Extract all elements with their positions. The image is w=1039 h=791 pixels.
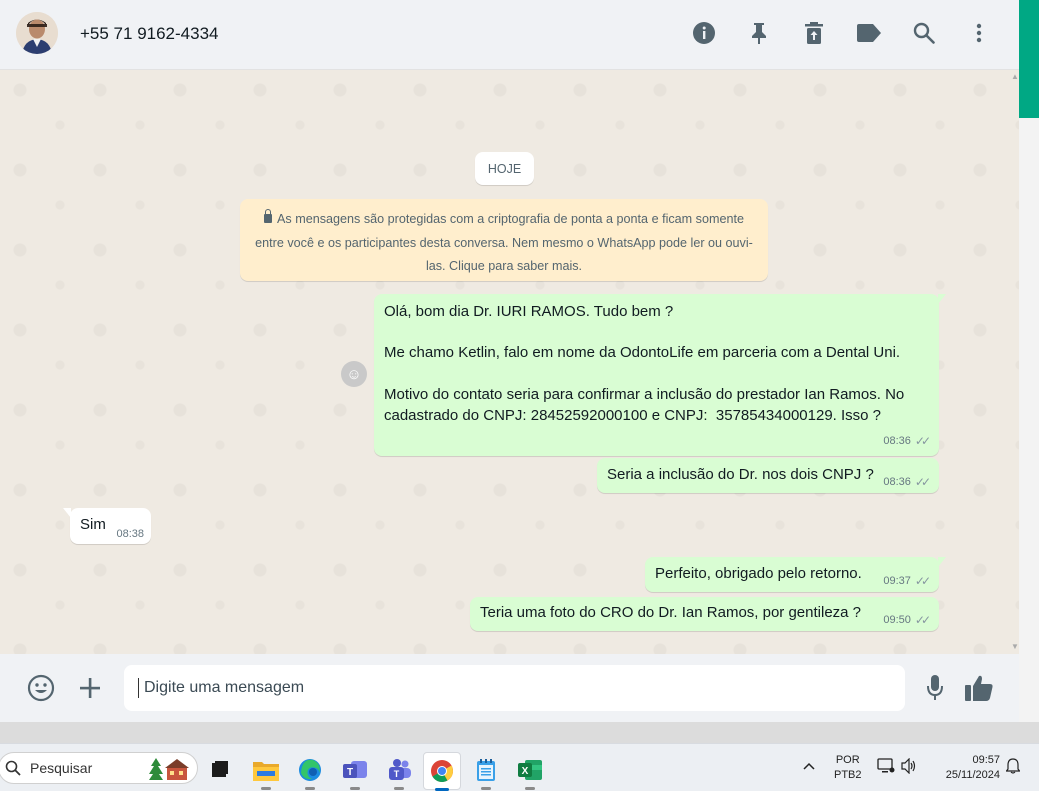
language-line2: PTB2 xyxy=(834,769,862,781)
pin-icon[interactable] xyxy=(746,20,772,46)
thumbs-up-icon[interactable] xyxy=(963,673,995,703)
message-text: Olá, bom dia Dr. IURI RAMOS. Tudo bem ? … xyxy=(384,303,905,424)
file-explorer-icon[interactable] xyxy=(248,752,284,790)
message-incoming[interactable]: Sim 08:38 xyxy=(63,508,151,544)
chat-header: +55 71 9162-4334 xyxy=(0,0,1019,70)
message-text: Seria a inclusão do Dr. nos dois CNPJ ? xyxy=(607,466,874,483)
task-view-icon[interactable] xyxy=(202,752,238,788)
scroll-up-arrow-icon[interactable]: ▲ xyxy=(1011,72,1019,81)
menu-icon[interactable] xyxy=(966,20,992,46)
attach-plus-icon[interactable] xyxy=(77,675,103,701)
message-text: Sim xyxy=(80,516,106,533)
bubble-tail xyxy=(938,557,946,567)
svg-text:X: X xyxy=(522,766,529,777)
encryption-notice[interactable]: As mensagens são protegidas com a cripto… xyxy=(240,199,768,281)
message-composer xyxy=(0,654,1019,722)
message-outgoing[interactable]: Seria a inclusão do Dr. nos dois CNPJ ? … xyxy=(597,458,939,493)
encryption-notice-text: As mensagens são protegidas com a cripto… xyxy=(255,212,753,273)
reaction-emoji-icon[interactable]: ☺ xyxy=(341,361,367,387)
message-input-container[interactable] xyxy=(124,665,905,711)
message-time: 09:50 xyxy=(883,614,911,626)
chrome-icon[interactable] xyxy=(423,752,461,791)
read-ticks-icon: ✓✓ xyxy=(914,434,931,449)
taskbar-search-label: Pesquisar xyxy=(30,760,93,776)
message-text: Perfeito, obrigado pelo retorno. xyxy=(655,565,862,582)
info-icon[interactable] xyxy=(691,20,717,46)
tray-overflow-chevron-icon[interactable] xyxy=(803,758,815,773)
message-input[interactable] xyxy=(138,678,891,698)
language-line1: POR xyxy=(835,754,860,766)
volume-icon[interactable] xyxy=(901,757,917,779)
search-icon[interactable] xyxy=(911,20,937,46)
read-ticks-icon: ✓✓ xyxy=(914,475,931,489)
svg-text:T: T xyxy=(347,767,353,778)
notepad-icon[interactable] xyxy=(468,752,504,790)
taskbar-clock[interactable]: 09:57 25/11/2024 xyxy=(934,753,1000,783)
window-accent-bar xyxy=(1019,0,1039,118)
teams-classic-icon[interactable]: T xyxy=(337,752,373,790)
holiday-village-icon xyxy=(149,758,189,780)
message-time: 08:36 xyxy=(883,476,911,488)
network-icon[interactable] xyxy=(877,758,895,779)
excel-icon[interactable]: X xyxy=(512,752,548,790)
read-ticks-icon: ✓✓ xyxy=(914,574,931,588)
message-time: 09:37 xyxy=(883,575,911,587)
clock-time: 09:57 xyxy=(972,754,1000,766)
taskbar-search-icon xyxy=(5,760,21,776)
teams-icon[interactable]: T xyxy=(381,752,417,790)
lock-icon xyxy=(264,209,273,223)
svg-text:T: T xyxy=(394,769,400,779)
windows-taskbar: Pesquisar T T X POR PTB2 09:57 25/11/202… xyxy=(0,743,1039,791)
microphone-icon[interactable] xyxy=(924,674,946,702)
label-icon[interactable] xyxy=(856,20,882,46)
edge-browser-icon[interactable] xyxy=(292,752,328,790)
bubble-tail xyxy=(938,294,946,304)
emoji-icon[interactable] xyxy=(27,674,55,702)
notification-bell-icon[interactable] xyxy=(1005,758,1021,779)
message-outgoing[interactable]: Perfeito, obrigado pelo retorno. 09:37 ✓✓ xyxy=(645,557,946,592)
date-divider: HOJE xyxy=(475,152,534,185)
message-outgoing[interactable]: Olá, bom dia Dr. IURI RAMOS. Tudo bem ? … xyxy=(374,294,946,456)
message-outgoing[interactable]: Teria uma foto do CRO do Dr. Ian Ramos, … xyxy=(470,597,939,631)
message-text: Teria uma foto do CRO do Dr. Ian Ramos, … xyxy=(480,604,862,621)
message-time: 08:38 xyxy=(116,528,144,540)
contact-name[interactable]: +55 71 9162-4334 xyxy=(80,24,219,44)
delete-icon[interactable] xyxy=(801,20,827,46)
read-ticks-icon: ✓✓ xyxy=(914,613,931,627)
whatsapp-window: +55 71 9162-4334 ▲ ▼ HOJE As mensagens s… xyxy=(0,0,1019,722)
clock-date: 25/11/2024 xyxy=(945,769,1000,781)
bubble-tail xyxy=(63,508,71,518)
window-edge xyxy=(1019,118,1039,722)
scroll-down-arrow-icon[interactable]: ▼ xyxy=(1011,642,1019,651)
message-time: 08:36 xyxy=(883,435,911,448)
taskbar-search[interactable]: Pesquisar xyxy=(0,752,198,784)
keyboard-language[interactable]: POR PTB2 xyxy=(834,753,862,783)
contact-avatar[interactable] xyxy=(16,12,58,54)
